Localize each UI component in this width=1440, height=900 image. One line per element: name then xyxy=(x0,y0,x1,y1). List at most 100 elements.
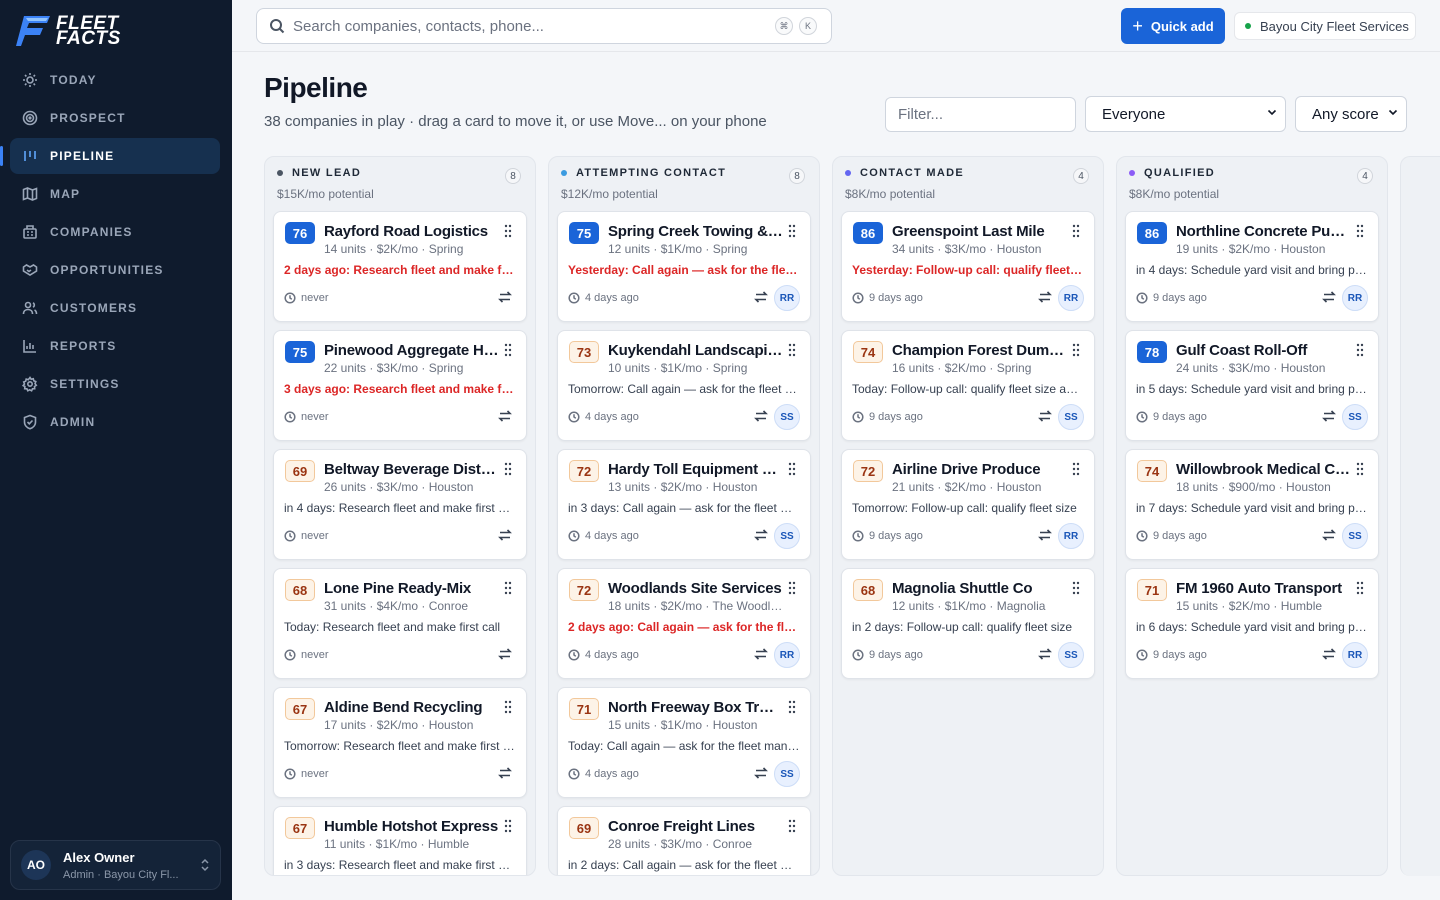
pipeline-card[interactable]: 68 Magnolia Shuttle Co 12 units · $1K/mo ·… xyxy=(841,568,1095,679)
drag-handle-icon[interactable] xyxy=(504,819,512,833)
owner-avatar[interactable]: RR xyxy=(1058,523,1084,549)
company-name[interactable]: Willowbrook Medical Couriers xyxy=(1176,461,1351,478)
pipeline-card[interactable]: 86 Northline Concrete Pumping 19 units · $… xyxy=(1125,211,1379,322)
company-name[interactable]: FM 1960 Auto Transport xyxy=(1176,580,1351,597)
drag-handle-icon[interactable] xyxy=(504,224,512,238)
move-icon[interactable] xyxy=(754,290,768,304)
pipeline-card[interactable]: 74 Champion Forest Dumpsters 16 units · $2… xyxy=(841,330,1095,441)
nav-item-opportunities[interactable]: OPPORTUNITIES xyxy=(10,252,220,288)
nav-item-companies[interactable]: COMPANIES xyxy=(10,214,220,250)
pipeline-card[interactable]: 69 Conroe Freight Lines 28 units · $3K/mo … xyxy=(557,806,811,875)
pipeline-card[interactable]: 69 Beltway Beverage Distributors 26 units … xyxy=(273,449,527,560)
nav-item-settings[interactable]: SETTINGS xyxy=(10,366,220,402)
company-name[interactable]: Rayford Road Logistics xyxy=(324,223,499,240)
drag-handle-icon[interactable] xyxy=(1072,343,1080,357)
owner-avatar[interactable]: SS xyxy=(1342,404,1368,430)
move-icon[interactable] xyxy=(1038,290,1052,304)
move-icon[interactable] xyxy=(1322,290,1336,304)
nav-item-prospect[interactable]: PROSPECT xyxy=(10,100,220,136)
company-name[interactable]: Magnolia Shuttle Co xyxy=(892,580,1067,597)
move-icon[interactable] xyxy=(498,290,512,304)
pipeline-card[interactable]: 71 North Freeway Box Trucks 15 units · $1K… xyxy=(557,687,811,798)
drag-handle-icon[interactable] xyxy=(1072,224,1080,238)
company-name[interactable]: Northline Concrete Pumping xyxy=(1176,223,1351,240)
move-icon[interactable] xyxy=(754,647,768,661)
move-icon[interactable] xyxy=(1322,647,1336,661)
owner-avatar[interactable]: RR xyxy=(1342,642,1368,668)
move-icon[interactable] xyxy=(498,528,512,542)
nav-item-admin[interactable]: ADMIN xyxy=(10,404,220,440)
pipeline-column[interactable]: CONTACT MADE 4 $8K/mo potential 86 Greenspoi… xyxy=(832,156,1104,876)
pipeline-card[interactable]: 71 FM 1960 Auto Transport 15 units · $2K/m… xyxy=(1125,568,1379,679)
drag-handle-icon[interactable] xyxy=(788,343,796,357)
company-name[interactable]: Kuykendahl Landscaping xyxy=(608,342,783,359)
score-select[interactable]: Any score xyxy=(1295,96,1407,132)
drag-handle-icon[interactable] xyxy=(788,581,796,595)
nav-item-reports[interactable]: REPORTS xyxy=(10,328,220,364)
move-icon[interactable] xyxy=(498,409,512,423)
drag-handle-icon[interactable] xyxy=(788,462,796,476)
pipeline-card[interactable]: 78 Gulf Coast Roll-Off 24 units · $3K/mo ·… xyxy=(1125,330,1379,441)
pipeline-card[interactable]: 72 Woodlands Site Services 18 units · $2K/… xyxy=(557,568,811,679)
nav-item-map[interactable]: MAP xyxy=(10,176,220,212)
pipeline-card[interactable]: 68 Lone Pine Ready-Mix 31 units · $4K/mo ·… xyxy=(273,568,527,679)
pipeline-card[interactable]: 74 Willowbrook Medical Couriers 18 units ·… xyxy=(1125,449,1379,560)
pipeline-card[interactable]: 75 Pinewood Aggregate Haulers 22 units · $… xyxy=(273,330,527,441)
company-name[interactable]: Conroe Freight Lines xyxy=(608,818,783,835)
global-search[interactable]: ⌘ K xyxy=(256,8,832,44)
move-icon[interactable] xyxy=(498,647,512,661)
drag-handle-icon[interactable] xyxy=(1072,581,1080,595)
nav-item-today[interactable]: TODAY xyxy=(10,62,220,98)
owner-avatar[interactable]: SS xyxy=(774,523,800,549)
company-name[interactable]: Pinewood Aggregate Haulers xyxy=(324,342,499,359)
owner-avatar[interactable]: SS xyxy=(774,404,800,430)
nav-item-customers[interactable]: CUSTOMERS xyxy=(10,290,220,326)
owner-avatar[interactable]: RR xyxy=(1058,285,1084,311)
drag-handle-icon[interactable] xyxy=(788,224,796,238)
move-icon[interactable] xyxy=(754,528,768,542)
drag-handle-icon[interactable] xyxy=(1356,462,1364,476)
move-icon[interactable] xyxy=(1322,528,1336,542)
owner-avatar[interactable]: RR xyxy=(1342,285,1368,311)
company-name[interactable]: Greenspoint Last Mile xyxy=(892,223,1067,240)
owner-avatar[interactable]: RR xyxy=(774,285,800,311)
pipeline-card[interactable]: 75 Spring Creek Towing & Recovery 12 units… xyxy=(557,211,811,322)
owner-avatar[interactable]: RR xyxy=(774,642,800,668)
pipeline-card[interactable]: 73 Kuykendahl Landscaping 10 units · $1K/m… xyxy=(557,330,811,441)
search-input[interactable] xyxy=(293,17,753,35)
org-switcher[interactable]: Bayou City Fleet Services xyxy=(1234,12,1416,40)
company-name[interactable]: North Freeway Box Trucks xyxy=(608,699,783,716)
quick-add-button[interactable]: + Quick add xyxy=(1121,8,1225,44)
pipeline-card[interactable]: 72 Hardy Toll Equipment Rental 13 units · … xyxy=(557,449,811,560)
pipeline-column[interactable]: NEW LEAD 8 $15K/mo potential 76 Rayford Road… xyxy=(264,156,536,876)
drag-handle-icon[interactable] xyxy=(504,343,512,357)
pipeline-card[interactable]: 72 Airline Drive Produce 21 units · $2K/mo… xyxy=(841,449,1095,560)
move-icon[interactable] xyxy=(498,766,512,780)
nav-item-pipeline[interactable]: PIPELINE xyxy=(0,138,220,174)
company-name[interactable]: Spring Creek Towing & Recovery xyxy=(608,223,783,240)
company-name[interactable]: Humble Hotshot Express xyxy=(324,818,499,835)
drag-handle-icon[interactable] xyxy=(504,462,512,476)
pipeline-card[interactable]: 76 Rayford Road Logistics 14 units · $2K/m… xyxy=(273,211,527,322)
company-name[interactable]: Champion Forest Dumpsters xyxy=(892,342,1067,359)
user-switcher[interactable]: AO Alex Owner Admin · Bayou City Fl... xyxy=(10,840,221,890)
pipeline-card[interactable]: 67 Aldine Bend Recycling 17 units · $2K/mo… xyxy=(273,687,527,798)
company-name[interactable]: Beltway Beverage Distributors xyxy=(324,461,499,478)
company-name[interactable]: Hardy Toll Equipment Rental xyxy=(608,461,783,478)
move-icon[interactable] xyxy=(1038,409,1052,423)
pipeline-card[interactable]: 67 Humble Hotshot Express 11 units · $1K/m… xyxy=(273,806,527,875)
move-icon[interactable] xyxy=(1322,409,1336,423)
move-icon[interactable] xyxy=(754,409,768,423)
fleet-facts-logo[interactable]: FLEET FACTS xyxy=(16,12,136,50)
company-name[interactable]: Airline Drive Produce xyxy=(892,461,1067,478)
drag-handle-icon[interactable] xyxy=(788,700,796,714)
drag-handle-icon[interactable] xyxy=(1356,224,1364,238)
drag-handle-icon[interactable] xyxy=(504,700,512,714)
drag-handle-icon[interactable] xyxy=(788,819,796,833)
owner-avatar[interactable]: SS xyxy=(774,761,800,787)
owner-avatar[interactable]: SS xyxy=(1058,642,1084,668)
move-icon[interactable] xyxy=(754,766,768,780)
drag-handle-icon[interactable] xyxy=(1072,462,1080,476)
owner-avatar[interactable]: SS xyxy=(1342,523,1368,549)
company-name[interactable]: Lone Pine Ready-Mix xyxy=(324,580,499,597)
